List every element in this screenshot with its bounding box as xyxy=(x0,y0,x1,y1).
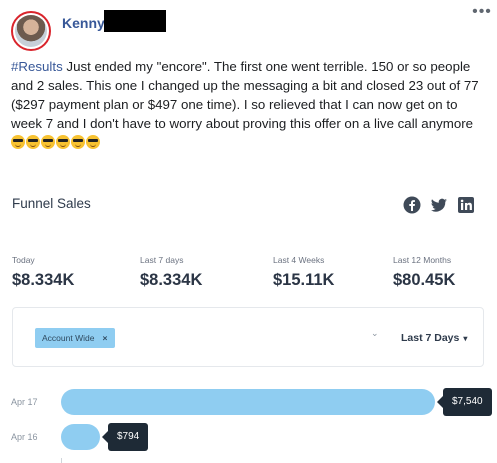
post-text: #Results Just ended my "encore". The fir… xyxy=(11,57,491,152)
sunglasses-emoji-icon xyxy=(86,135,100,149)
stat-today: Today $8.334K xyxy=(12,255,74,290)
stat-label: Last 7 days xyxy=(140,255,184,265)
emoji-row xyxy=(11,135,101,150)
more-horizontal-icon[interactable]: ••• xyxy=(470,4,494,20)
stat-value: $8.334K xyxy=(140,271,203,289)
caret-down-icon: ▾ xyxy=(463,334,468,343)
bar-category-label: Apr 16 xyxy=(11,432,38,442)
stat-label: Last 4 Weeks xyxy=(273,255,325,265)
hashtag-link[interactable]: #Results xyxy=(11,59,63,74)
bar-category-label: Apr 17 xyxy=(11,397,38,407)
account-wide-chip[interactable]: Account Wide × xyxy=(35,328,116,348)
twitter-icon[interactable] xyxy=(430,196,448,214)
funnel-sales-dashboard: Funnel Sales Today $8.334K Last 7 days $… xyxy=(0,176,497,463)
stat-last-12-months: Last 12 Months $80.45K xyxy=(393,255,455,290)
date-range-label: Last 7 Days xyxy=(401,332,460,344)
stat-value: $8.334K xyxy=(12,271,75,289)
author-name[interactable]: Kenny xyxy=(62,15,105,31)
stat-last-7-days: Last 7 days $8.334K xyxy=(140,255,202,290)
sales-bar[interactable] xyxy=(61,389,435,415)
dashboard-title: Funnel Sales xyxy=(12,196,91,211)
redacted-name-block xyxy=(104,10,166,32)
filter-bar: Account Wide × ⌄ Last 7 Days ▾ xyxy=(12,307,484,367)
bar-value-tooltip: $7,540 xyxy=(437,388,492,416)
sunglasses-emoji-icon xyxy=(11,135,25,149)
chevron-down-icon[interactable]: ⌄ xyxy=(371,328,379,339)
avatar-photo xyxy=(15,15,47,47)
bar-value-tooltip: $794 xyxy=(101,423,149,451)
stat-label: Today xyxy=(12,255,35,265)
post-body: Just ended my "encore". The first one we… xyxy=(11,59,479,131)
chip-label: Account Wide xyxy=(42,333,95,343)
sunglasses-emoji-icon xyxy=(56,135,70,149)
chip-remove-icon[interactable]: × xyxy=(102,333,107,343)
stat-label: Last 12 Months xyxy=(393,255,452,265)
stat-last-4-weeks: Last 4 Weeks $15.11K xyxy=(273,255,334,290)
facebook-icon[interactable] xyxy=(403,196,421,214)
sunglasses-emoji-icon xyxy=(41,135,55,149)
sunglasses-emoji-icon xyxy=(71,135,85,149)
author-avatar[interactable] xyxy=(11,11,51,51)
linkedin-icon[interactable] xyxy=(457,196,475,214)
stat-value: $15.11K xyxy=(273,271,335,289)
sunglasses-emoji-icon xyxy=(26,135,40,149)
sales-bar[interactable] xyxy=(61,424,100,450)
facebook-post: Kenny ••• #Results Just ended my "encore… xyxy=(0,0,497,463)
stat-value: $80.45K xyxy=(393,271,456,289)
axis-tick xyxy=(61,458,62,463)
date-range-select[interactable]: Last 7 Days ▾ xyxy=(401,328,467,349)
